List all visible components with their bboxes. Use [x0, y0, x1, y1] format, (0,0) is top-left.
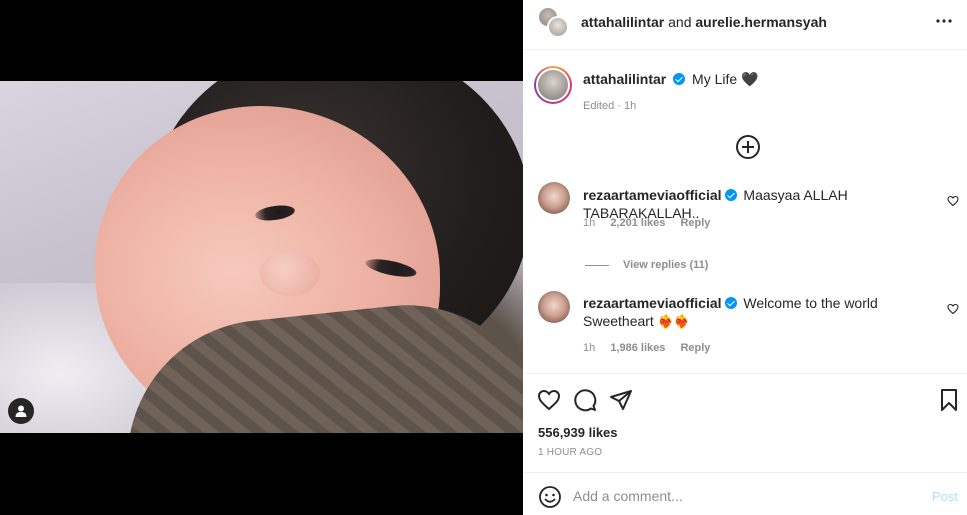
like-comment-heart-icon[interactable] — [947, 195, 959, 207]
verified-badge-icon — [724, 297, 737, 309]
like-comment-heart-icon[interactable] — [947, 303, 959, 315]
story-ring[interactable] — [534, 66, 572, 104]
view-replies-button[interactable]: View replies (11) — [585, 259, 708, 271]
post-header: attahalilintar and aurelie.hermansyah — [523, 0, 967, 50]
reply-button[interactable]: Reply — [680, 342, 710, 354]
caption-line: attahalilintar My Life 🖤 — [583, 71, 758, 88]
post-photo[interactable] — [0, 81, 523, 433]
post-timestamp[interactable]: 1 HOUR AGO — [538, 447, 602, 458]
comment-body: rezaartameviaofficial Welcome to the wor… — [583, 294, 928, 330]
comment-emojis: ❤️‍🔥❤️‍🔥 — [657, 314, 691, 329]
caption-text: My Life — [692, 71, 738, 87]
tagged-users-button[interactable] — [8, 398, 34, 424]
comment-likes[interactable]: 1,986 likes — [610, 342, 665, 354]
comment-username[interactable]: rezaartameviaofficial — [583, 295, 722, 311]
post-actions — [523, 373, 967, 423]
divider — [585, 264, 609, 266]
reply-button[interactable]: Reply — [680, 217, 710, 229]
comment-time: 1h — [583, 217, 596, 229]
comment-likes[interactable]: 2,201 likes — [610, 217, 665, 229]
add-comment-bar: Post — [523, 472, 967, 515]
photo-eye-right — [364, 255, 418, 281]
avatar — [536, 68, 570, 102]
post-comment-button[interactable]: Post — [932, 489, 958, 504]
header-username-2[interactable]: aurelie.hermansyah — [695, 14, 827, 30]
comment-input[interactable] — [573, 484, 903, 508]
more-horizontal-icon — [936, 19, 952, 23]
caption-username[interactable]: attahalilintar — [583, 71, 666, 87]
like-heart-icon[interactable] — [537, 388, 561, 412]
avatar[interactable] — [538, 182, 570, 214]
comment-bubble-icon[interactable] — [573, 388, 597, 412]
header-username-1[interactable]: attahalilintar — [581, 14, 664, 30]
post-likes-count[interactable]: 556,939 likes — [538, 425, 618, 440]
header-joiner: and — [668, 14, 692, 30]
caption-meta: Edited · 1h — [583, 100, 637, 112]
photo-nose — [260, 251, 320, 296]
collab-avatars[interactable] — [537, 6, 571, 40]
comment-username[interactable]: rezaartameviaofficial — [583, 187, 722, 203]
share-send-icon[interactable] — [609, 388, 633, 412]
more-options-button[interactable] — [935, 12, 953, 34]
comment-meta: 1h 1,986 likes Reply — [583, 342, 722, 354]
view-replies-label: View replies (11) — [623, 259, 709, 271]
load-more-comments-button[interactable] — [736, 135, 760, 159]
post-sidebar: attahalilintar and aurelie.hermansyah at… — [523, 0, 967, 515]
user-icon — [15, 405, 27, 417]
caption-emoji: 🖤 — [741, 71, 759, 87]
verified-badge-icon — [724, 189, 737, 201]
save-bookmark-icon[interactable] — [937, 388, 961, 412]
instagram-post-view: attahalilintar and aurelie.hermansyah at… — [0, 0, 967, 515]
emoji-smile-icon[interactable] — [538, 485, 562, 509]
collab-names: attahalilintar and aurelie.hermansyah — [581, 14, 827, 30]
comment-meta: 1h 2,201 likes Reply — [583, 217, 722, 229]
media-pane — [0, 0, 523, 515]
avatar — [547, 16, 569, 38]
verified-badge-icon — [673, 73, 686, 85]
avatar[interactable] — [538, 291, 570, 323]
comment-time: 1h — [583, 342, 596, 354]
photo-eye-left — [254, 203, 296, 223]
